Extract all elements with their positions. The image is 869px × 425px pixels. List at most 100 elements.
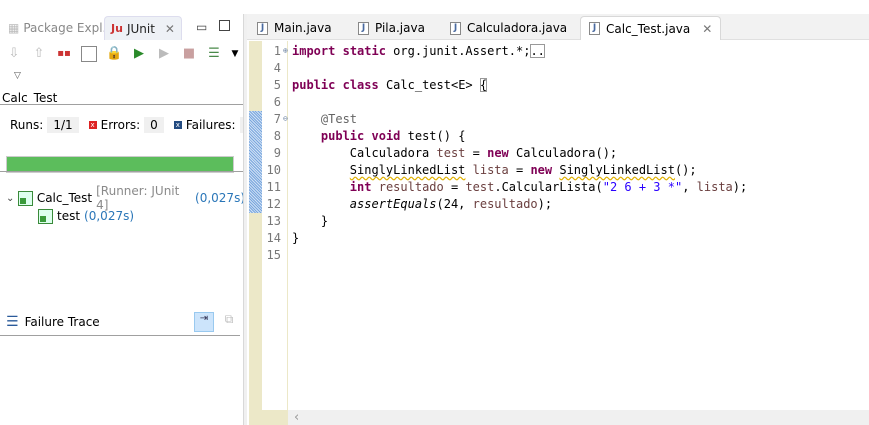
code-text: assertEquals(24, resultado);: [291, 196, 552, 213]
close-icon[interactable]: ✕: [165, 22, 175, 36]
tab-calculadora-java[interactable]: J Calculadora.java: [442, 16, 575, 40]
token-kw: static: [342, 44, 386, 58]
java-file-icon: J: [589, 22, 600, 35]
close-icon[interactable]: ✕: [702, 22, 712, 36]
token-var: resultado: [472, 197, 538, 211]
code-text: public class Calc_test<E> {: [291, 77, 488, 94]
junit-view: ▦ Package Expl... Ju JUnit ✕ ▭ ⇩ ⇧ ▪▪ 🔒 ▶ ▶…: [0, 14, 260, 425]
test-tree: ⌄ Calc_Test [Runner: JUnit 4] (0,027s) t…: [6, 184, 245, 225]
divider: [0, 171, 243, 172]
code-line[interactable]: 7 ⊖ @Test: [261, 111, 747, 128]
tab-main-java[interactable]: J Main.java: [249, 16, 340, 40]
show-failures-only-icon[interactable]: ▪▪: [56, 46, 72, 62]
token: .CalcularLista(: [494, 180, 603, 194]
tree-item-test[interactable]: test (0,027s): [6, 207, 245, 225]
token-ann: @Test: [320, 112, 358, 126]
token-kw: void: [371, 129, 401, 143]
code-line[interactable]: 10 SinglyLinkedList lista = new SinglyLi…: [261, 162, 747, 179]
rerun-test-icon[interactable]: ▶: [131, 46, 147, 62]
next-failure-icon[interactable]: ⇩: [6, 46, 22, 62]
code-line[interactable]: 6: [261, 94, 747, 111]
token: Calculadora: [292, 146, 437, 160]
compare-results-button[interactable]: ⧉: [219, 312, 239, 332]
divider: [0, 335, 240, 336]
junit-toolbar: ⇩ ⇧ ▪▪ 🔒 ▶ ▶ ■ ☰ ▼: [6, 44, 239, 64]
line-number: 10: [266, 163, 281, 177]
test-history-icon[interactable]: ☰: [206, 46, 222, 62]
code-line[interactable]: 4: [261, 60, 747, 77]
tree-item-suite[interactable]: ⌄ Calc_Test [Runner: JUnit 4] (0,027s): [6, 184, 245, 212]
tab-calc-test-java[interactable]: J Calc_Test.java ✕: [580, 16, 722, 40]
token: =: [465, 146, 488, 160]
previous-failure-icon[interactable]: ⇧: [31, 46, 47, 62]
tab-package-explorer[interactable]: ▦ Package Expl...: [2, 16, 120, 40]
editor-tabs: J Main.java J Pila.java J Calculadora.java …: [247, 14, 869, 40]
code-line[interactable]: 12 assertEquals(24, resultado);: [261, 196, 747, 213]
window-top: [0, 0, 869, 14]
token-box: {: [479, 78, 488, 92]
rerun-failed-first-icon[interactable]: ▶: [156, 46, 172, 62]
expand-fold-icon[interactable]: ⊕: [283, 43, 291, 60]
code-line[interactable]: 11 int resultado = test.CalcularLista("2…: [261, 179, 748, 196]
code-line[interactable]: 1 ⊕ import static org.junit.Assert.*;..: [261, 43, 747, 60]
line-number: 9: [273, 146, 281, 160]
token: }: [292, 231, 300, 245]
token: ();: [674, 163, 697, 177]
scroll-lock-icon[interactable]: 🔒: [106, 46, 122, 62]
code-line[interactable]: 14}: [261, 230, 747, 247]
token: );: [732, 180, 748, 194]
code-area[interactable]: 1 ⊕ import static org.junit.Assert.*;.. 4 5 p…: [261, 43, 747, 264]
horizontal-scrollbar[interactable]: ‹: [288, 410, 869, 425]
token-kw: public: [292, 78, 336, 92]
token: org.junit.Assert.*;: [385, 44, 531, 58]
java-file-warning-icon: J: [450, 21, 461, 35]
stack-trace-icon: ☰: [6, 314, 19, 330]
stop-icon[interactable]: ■: [181, 46, 197, 62]
line-number: 5: [273, 78, 281, 92]
view-tabs: ▦ Package Expl... Ju JUnit ✕ ▭: [0, 14, 245, 40]
code-text: }: [291, 230, 299, 247]
code-line[interactable]: 8 public void test() {: [261, 128, 747, 145]
code-line[interactable]: 13 }: [261, 213, 747, 230]
collapse-fold-icon[interactable]: ⊖: [283, 111, 291, 128]
token-kw: class: [342, 78, 379, 92]
chevron-down-icon[interactable]: ▽: [14, 71, 21, 81]
view-menu-icon[interactable]: ▼: [231, 46, 239, 62]
token-var: resultado: [378, 180, 444, 194]
code-editor: J Main.java J Pila.java J Calculadora.java …: [247, 14, 869, 425]
filter-stack-trace-button[interactable]: ⇥: [194, 312, 214, 332]
view-title: Calc_Test: [2, 91, 58, 105]
maximize-icon[interactable]: [219, 20, 230, 31]
code-line[interactable]: 9 Calculadora test = new Calculadora();: [261, 145, 747, 162]
chevron-down-icon[interactable]: ⌄: [6, 193, 14, 204]
code-text: @Test: [291, 111, 357, 128]
show-skipped-icon[interactable]: [81, 46, 97, 62]
token: =: [443, 180, 466, 194]
line-number: 12: [266, 197, 281, 211]
line-number: 11: [266, 180, 281, 194]
line-number: 15: [266, 248, 281, 262]
junit-icon: Ju: [111, 22, 123, 35]
minimize-icon[interactable]: ▭: [196, 20, 207, 34]
code-text: int resultado = test.CalcularLista("2 6 …: [291, 179, 747, 196]
line-number: 14: [266, 231, 281, 245]
tab-junit[interactable]: Ju JUnit ✕: [104, 16, 182, 40]
code-line[interactable]: 15: [261, 247, 747, 264]
token-kw: new: [530, 163, 553, 177]
code-line[interactable]: 5 public class Calc_test<E> {: [261, 77, 747, 94]
token-str: "2 6 + 3 *": [602, 180, 683, 194]
token-var: lista: [472, 163, 509, 177]
scroll-left-icon[interactable]: ‹: [294, 410, 299, 425]
tab-pila-java[interactable]: J Pila.java: [350, 16, 433, 40]
